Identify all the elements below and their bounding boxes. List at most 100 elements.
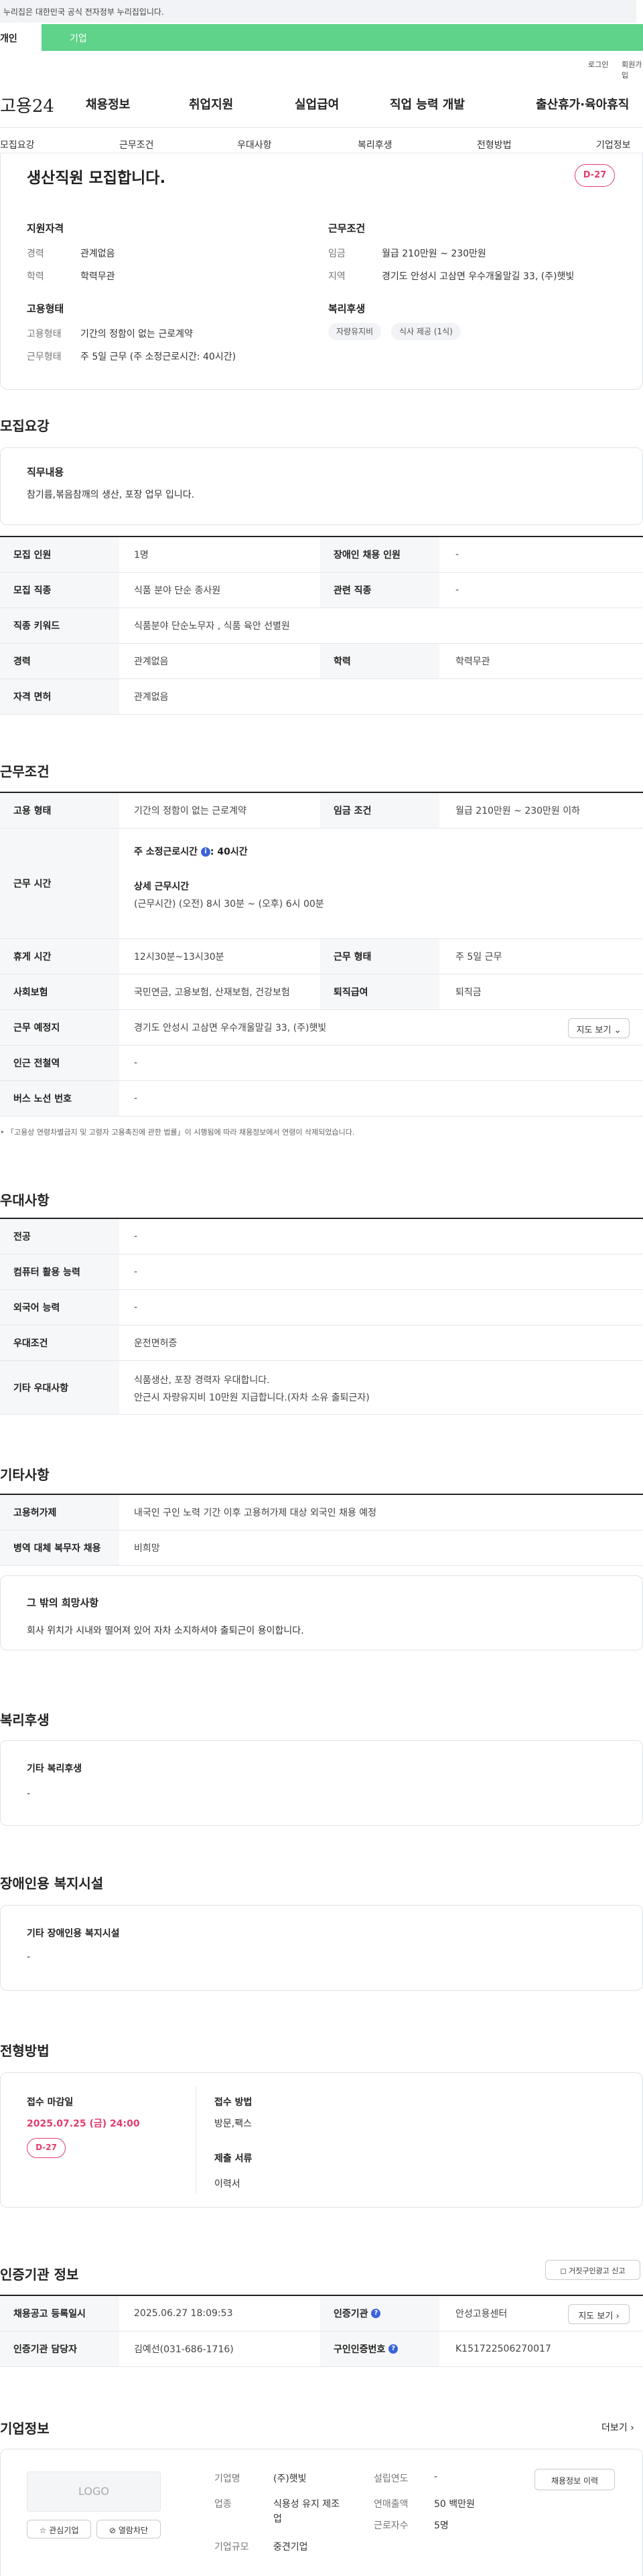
row-header: 인근 전철역: [0, 1046, 119, 1080]
login-link[interactable]: 로그인: [588, 59, 608, 70]
deadline-value: 2025.07.25 (금) 24:00: [27, 2119, 140, 2129]
welfare-title: 복리후생: [328, 303, 366, 315]
row-value: -: [455, 549, 459, 560]
row-header: 채용공고 등록일시: [0, 2296, 119, 2331]
welfare-box-value: -: [27, 1788, 31, 1799]
hours-detail-title: 상세 근무시간: [134, 881, 190, 892]
emp-label: 고용형태: [27, 329, 62, 340]
subnav-screen[interactable]: 전형방법: [477, 138, 512, 151]
job-history-button[interactable]: 채용정보 이력: [534, 2469, 615, 2490]
row-value: -: [134, 1231, 138, 1242]
row-value: 12시30분~13시30분: [134, 952, 224, 962]
tab-personal[interactable]: 개인: [0, 24, 42, 51]
work-table: 고용 형태 기간의 정함이 없는 근로계약 임금 조건 월급 210만원 ~ 230만…: [0, 792, 643, 1117]
row-header: 근무 시간: [0, 829, 119, 938]
method-value: 방문,팩스: [214, 2119, 252, 2129]
row-value: 운전면허증: [134, 1338, 177, 1349]
row-value: 비희망: [134, 1543, 160, 1554]
section-etc-title: 기타사항: [0, 1467, 50, 1483]
join-link[interactable]: 회원가입: [622, 59, 643, 80]
row-value: 1명: [134, 550, 149, 561]
subnav-pref[interactable]: 우대사항: [237, 138, 272, 151]
table-row: 근무 시간 주 소정근로시간 i: 40시간 상세 근무시간 (근무시간) (오…: [0, 829, 643, 939]
section-agency-title: 인증기관 정보: [0, 2267, 79, 2283]
gnb-unemployment[interactable]: 실업급여: [295, 95, 339, 113]
fav-company-button[interactable]: ☆ 관심기업: [27, 2520, 91, 2538]
industry-label: 업종: [214, 2499, 232, 2510]
size-value: 중견기업: [273, 2542, 308, 2553]
disab-box-title: 기타 장애인용 복지시설: [27, 1928, 120, 1939]
table-row: 모집 인원 1명 장애인 채용 인원 -: [0, 537, 643, 573]
table-row: 인증기관 담당자 김예선(031-686-1716) 구인인증번호 ? K15172…: [0, 2332, 643, 2367]
info-icon[interactable]: i: [200, 847, 210, 857]
docs-value: 이력서: [214, 2179, 240, 2190]
subnav-recruit[interactable]: 모집요강: [0, 138, 35, 151]
employees-label: 근로자수: [374, 2520, 409, 2531]
welfare-box: [0, 1740, 643, 1826]
info-icon[interactable]: ?: [388, 2344, 399, 2354]
table-row: 병역 대체 복무자 채용 비희망: [0, 1530, 643, 1566]
row-header: 인증기관 담당자: [0, 2332, 119, 2366]
hours-detail: (근무시간) (오전) 8시 30분 ~ (오후) 6시 00분: [134, 899, 324, 910]
site-logo[interactable]: 고용24: [0, 92, 54, 117]
row-value: 내국인 구인 노력 기간 이후 고용허가제 대상 외국인 채용 예정: [134, 1508, 377, 1518]
gnb-employment-support[interactable]: 취업지원: [189, 95, 233, 113]
map-button[interactable]: 지도 보기 ›: [568, 2304, 630, 2324]
row-header: 학력: [320, 644, 439, 678]
row-value: 김예선(031-686-1716): [134, 2344, 234, 2355]
table-row: 모집 직종 식품 분야 단순 종사원 관련 직종 -: [0, 573, 643, 608]
emp-title: 고용형태: [27, 303, 64, 315]
gnb-leave[interactable]: 출산휴가·육아휴직: [536, 95, 629, 113]
gnb-jobs[interactable]: 채용정보: [86, 95, 130, 113]
row-header: 병역 대체 복무자 채용: [0, 1530, 119, 1565]
job-title: 생산직원 모집합니다.: [27, 169, 166, 187]
industry-value: 식용성 유지 제조업: [273, 2499, 340, 2524]
row-value: -: [134, 1302, 138, 1313]
row-value: -: [134, 1093, 138, 1104]
sales-value: 50 백만원: [434, 2499, 475, 2510]
row-value: 국민연금, 고용보험, 산재보험, 건강보험: [134, 987, 290, 998]
welfare-chip: 자량유지비: [328, 323, 382, 340]
report-button[interactable]: ◻ 거짓구인광고 신고: [545, 2260, 640, 2280]
wish-box: [0, 1575, 643, 1650]
table-row: 고용허가제 내국인 구인 노력 기간 이후 고용허가제 대상 외국인 채용 예정: [0, 1495, 643, 1530]
info-icon[interactable]: ?: [371, 2309, 381, 2318]
map-button[interactable]: 지도 보기 ⌄: [568, 1018, 630, 1038]
row-header: 휴게 시간: [0, 939, 119, 974]
gov-banner: 이 누리집은 대한민국 공식 전자정부 누리집입니다.: [0, 0, 636, 23]
cond-label: 임금: [328, 248, 346, 259]
subnav-welfare[interactable]: 복리후생: [358, 138, 392, 151]
company-name-label: 기업명: [214, 2474, 240, 2484]
row-value: 2025.06.27 18:09:53: [134, 2308, 233, 2319]
row-header: 컴퓨터 활용 능력: [0, 1255, 119, 1289]
row-header: 구인인증번호 ?: [320, 2332, 439, 2366]
row-value: 관계없음: [134, 692, 169, 703]
more-link[interactable]: 더보기 ›: [601, 2421, 634, 2434]
welfare-box-title: 기타 복리후생: [27, 1764, 82, 1774]
table-row: 근무 예정지 경기도 안성시 고삼면 우수개울말길 33, (주)햇빛 지도 보기…: [0, 1010, 643, 1046]
method-label: 접수 방법: [214, 2097, 253, 2108]
chevron-right-icon: ›: [630, 2423, 634, 2433]
hours-main-value: : 40시간: [210, 847, 248, 857]
table-row: 경력 관계없음 학력 학력무관: [0, 644, 643, 679]
row-value: 식품분야 단순노무자 , 식품 육안 선별원: [134, 621, 290, 632]
row-value: 퇴직금: [455, 987, 482, 998]
block-button[interactable]: ⊘ 열람차단: [96, 2520, 161, 2538]
emp-value: 주 5일 근무 (주 소정근로시간: 40시간): [80, 352, 236, 362]
gnb-training[interactable]: 직업 능력 개발: [390, 95, 465, 113]
row-header: 고용허가제: [0, 1495, 119, 1530]
subnav-company[interactable]: 기업정보: [596, 138, 631, 151]
row-header: 버스 노선 번호: [0, 1081, 119, 1116]
row-header: 인증기관 ?: [320, 2296, 439, 2331]
duty-text: 참기름,볶음참깨의 생산, 포장 업무 입니다.: [27, 490, 195, 500]
wish-text: 회사 위치가 시내와 떨어져 있어 자차 소지하셔야 출퇴근이 용이합니다.: [27, 1626, 304, 1636]
table-row: 전공 -: [0, 1219, 643, 1255]
emp-label: 근무형태: [27, 352, 62, 362]
table-row: 버스 노선 번호 -: [0, 1081, 643, 1117]
tab-corporate[interactable]: 기업: [42, 24, 643, 51]
section-pref-title: 우대사항: [0, 1192, 50, 1208]
table-row: 휴게 시간 12시30분~13시30분 근무 형태 주 5일 근무: [0, 939, 643, 975]
row-value: K151722506270017: [455, 2344, 551, 2354]
emp-value: 기간의 정함이 없는 근로계약: [80, 329, 193, 340]
subnav-work[interactable]: 근무조건: [119, 138, 154, 151]
